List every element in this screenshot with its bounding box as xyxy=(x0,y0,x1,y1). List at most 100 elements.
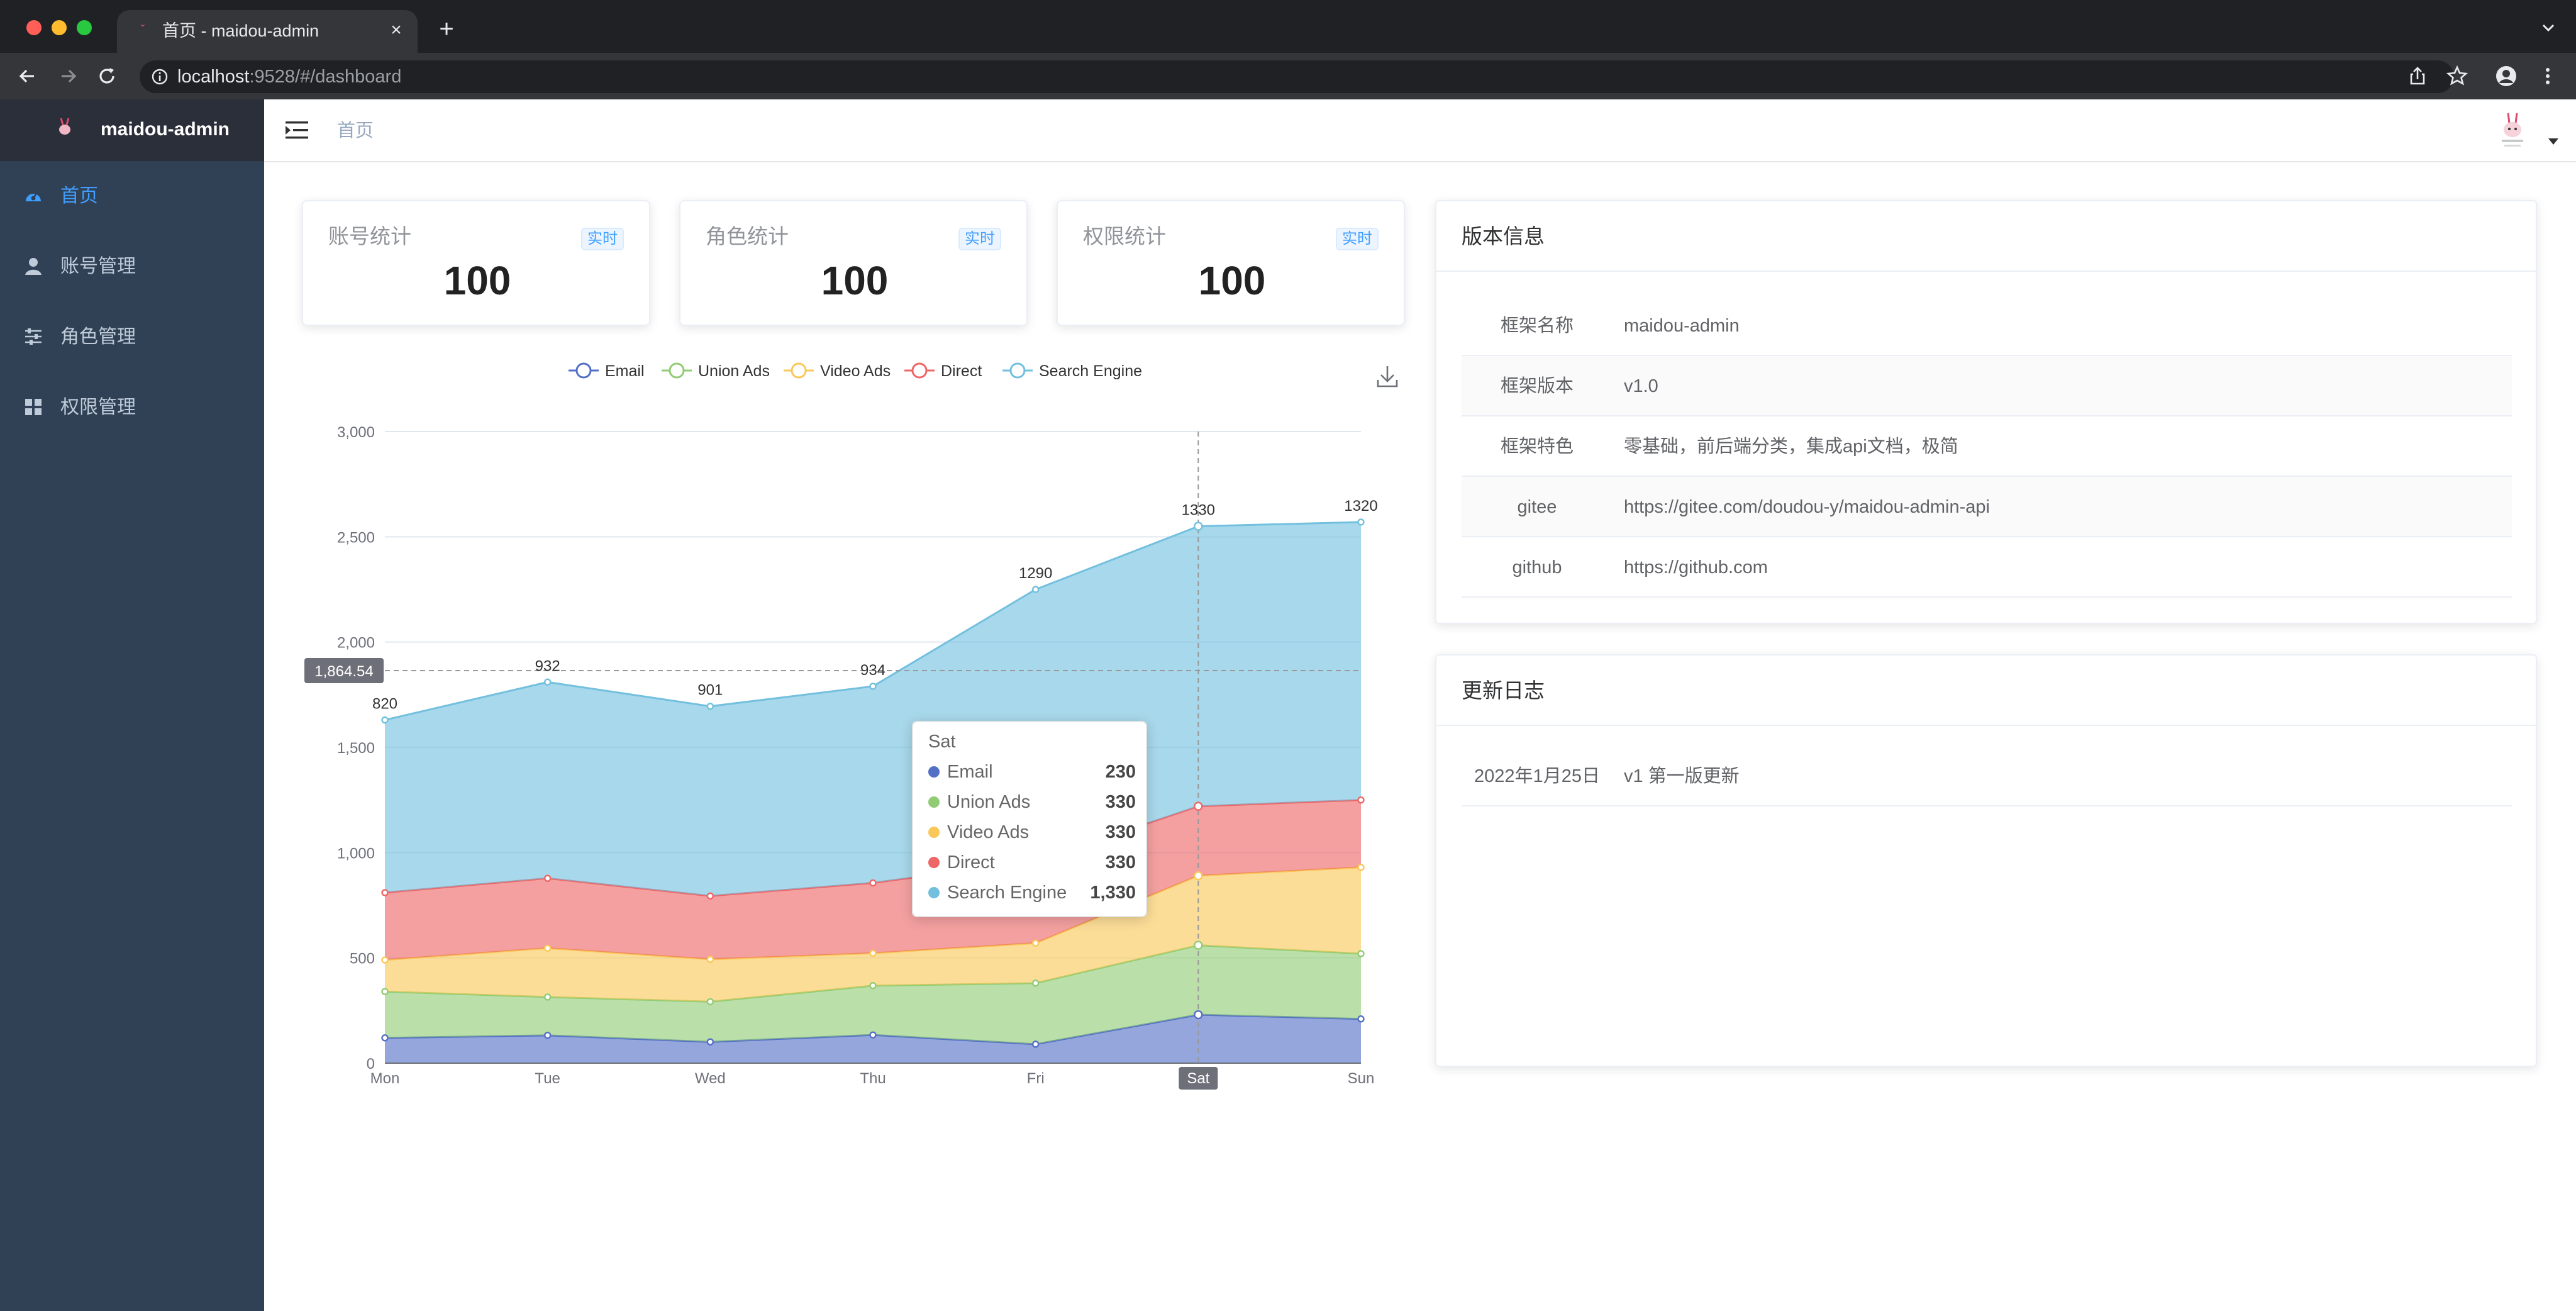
sliders-icon xyxy=(25,328,42,345)
stat-title: 角色统计 xyxy=(706,225,789,248)
sidebar: maidou-admin 首页 账号管理 角色管理 权限管理 xyxy=(0,99,264,1311)
forward-arrow-icon[interactable] xyxy=(57,64,80,88)
panel-title: 更新日志 xyxy=(1462,679,1545,702)
stacked-area-chart: 0 500 1,000 1,500 2,000 2,500 3,000 820 932 901 93… xyxy=(277,340,1415,1107)
table-row: 框架特色 零基础，前后端分类，集成api文档，极简 xyxy=(1462,416,2512,477)
favicon-icon: ˇ xyxy=(140,23,145,37)
tooltip-series-name: Search Engine xyxy=(947,883,1067,903)
table-value[interactable]: https://github.com xyxy=(1624,556,1768,579)
tooltip-series-name: Video Ads xyxy=(947,822,1030,842)
stat-card-roles: 角色统计 实时 100 xyxy=(679,200,1028,326)
profile-icon[interactable] xyxy=(2494,64,2518,88)
logo-bar[interactable]: maidou-admin xyxy=(0,99,264,161)
sidebar-item-permissions[interactable]: 权限管理 xyxy=(0,372,264,443)
data-label: 934 xyxy=(860,662,886,679)
data-point xyxy=(1194,801,1203,811)
data-point xyxy=(543,944,552,952)
tooltip-title: Sat xyxy=(928,732,956,752)
bookmark-star-icon[interactable] xyxy=(2445,64,2469,88)
x-tick-label: Mon xyxy=(370,1070,400,1087)
sidebar-item-label: 角色管理 xyxy=(60,326,136,347)
legend-label: Union Ads xyxy=(698,362,770,380)
legend-dot-icon xyxy=(928,887,940,898)
data-point xyxy=(1357,1015,1365,1023)
status-badge: 实时 xyxy=(1336,228,1379,250)
grid-icon xyxy=(25,399,42,415)
tooltip-series-value: 330 xyxy=(1105,792,1136,812)
legend-dot-icon xyxy=(928,827,940,838)
data-label: 1290 xyxy=(1019,565,1052,582)
x-tick-label: Sun xyxy=(1348,1070,1375,1087)
caret-down-icon[interactable] xyxy=(2548,138,2558,145)
panel-header: 版本信息 xyxy=(1436,201,2536,272)
tab-close-icon[interactable]: × xyxy=(386,20,406,40)
data-label: 932 xyxy=(535,657,560,674)
tooltip-series-name: Email xyxy=(947,762,993,782)
window-minimize-button[interactable] xyxy=(52,20,67,35)
stat-value: 100 xyxy=(821,258,889,303)
legend-label: Email xyxy=(605,362,645,380)
data-point xyxy=(1031,1040,1040,1048)
data-point xyxy=(1194,1010,1203,1020)
sidebar-item-label: 权限管理 xyxy=(60,397,136,418)
status-badge: 实时 xyxy=(958,228,1001,250)
tooltip-series-value: 330 xyxy=(1105,822,1136,842)
legend-label: Video Ads xyxy=(820,362,891,380)
chart-tooltip: Sat Email 230 Union Ads 330 Video Ads 33… xyxy=(912,721,1147,917)
legend-marker-icon xyxy=(1009,362,1026,379)
download-icon[interactable] xyxy=(1377,366,1398,388)
tab-title: 首页 - maidou-admin xyxy=(162,21,319,40)
panel-header: 更新日志 xyxy=(1436,656,2536,726)
sidebar-item-dashboard[interactable]: 首页 xyxy=(0,161,264,232)
window-zoom-button[interactable] xyxy=(77,20,92,35)
y-tick-label: 2,000 xyxy=(337,635,375,652)
address-bar[interactable]: localhost:9528/#/dashboard xyxy=(140,60,2454,93)
data-point xyxy=(1194,871,1203,881)
x-tick-label: Tue xyxy=(535,1070,560,1087)
avatar[interactable] xyxy=(2496,111,2529,150)
sidebar-item-roles[interactable]: 角色管理 xyxy=(0,302,264,372)
tooltip-row: Video Ads 330 xyxy=(928,822,1136,843)
hamburger-toggle-icon[interactable] xyxy=(286,120,308,141)
data-label: 901 xyxy=(697,682,723,699)
data-point xyxy=(706,703,714,710)
legend-marker-icon xyxy=(791,362,807,379)
browser-menu-icon[interactable] xyxy=(2536,64,2560,88)
data-point xyxy=(869,683,877,690)
stat-title: 账号统计 xyxy=(328,225,411,248)
sidebar-item-accounts[interactable]: 账号管理 xyxy=(0,232,264,302)
new-tab-button[interactable]: + xyxy=(434,16,459,42)
table-value: 零基础，前后端分类，集成api文档，极简 xyxy=(1624,437,1958,457)
breadcrumb[interactable]: 首页 xyxy=(337,120,374,142)
legend-marker-icon xyxy=(911,362,928,379)
back-arrow-icon[interactable] xyxy=(15,64,39,88)
table-key: 框架名称 xyxy=(1500,316,1574,336)
data-label: 1330 xyxy=(1182,502,1215,519)
table-key: github xyxy=(1512,557,1562,577)
url-host: localhost xyxy=(177,67,250,87)
data-point xyxy=(1357,796,1365,804)
url-path: :9528/#/dashboard xyxy=(249,67,402,87)
data-point xyxy=(543,874,552,882)
legend-label: Direct xyxy=(941,362,982,380)
tooltip-row: Direct 330 xyxy=(928,852,1136,873)
tooltip-series-name: Direct xyxy=(947,852,995,873)
x-tick-label: Sat xyxy=(1187,1070,1209,1087)
window-close-button[interactable] xyxy=(26,20,42,35)
tab-search-chevron-icon[interactable] xyxy=(2540,19,2557,36)
table-key: 框架特色 xyxy=(1500,437,1574,457)
table-value[interactable]: https://gitee.com/doudou-y/maidou-admin-… xyxy=(1624,496,1990,518)
data-point xyxy=(543,1032,552,1039)
user-icon xyxy=(25,258,42,275)
data-point xyxy=(706,998,714,1005)
data-point xyxy=(1357,950,1365,957)
legend-dot-icon xyxy=(928,796,940,808)
reload-icon[interactable] xyxy=(96,64,119,88)
data-point xyxy=(869,949,877,957)
table-row: github https://github.com xyxy=(1462,537,2512,598)
stat-title: 权限统计 xyxy=(1083,225,1166,248)
browser-tab-active[interactable]: ˇ 首页 - maidou-admin × xyxy=(117,10,418,53)
site-info-icon[interactable] xyxy=(151,68,169,86)
share-icon[interactable] xyxy=(2406,64,2429,88)
y-axis-pointer-label: 1,864.54 xyxy=(314,663,373,680)
